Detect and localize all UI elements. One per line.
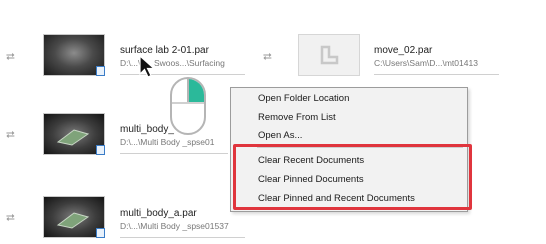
arrow-cursor-icon bbox=[139, 55, 156, 78]
part-model-icon bbox=[56, 212, 90, 229]
file-path: D:\...\Multi Body _spse01 bbox=[120, 137, 215, 147]
file-thumbnail[interactable] bbox=[298, 34, 360, 76]
file-thumbnail[interactable] bbox=[43, 34, 105, 76]
part-file-badge-icon bbox=[96, 228, 105, 238]
file-path: C:\Users\Sam\D...\mt01413 bbox=[374, 58, 478, 68]
file-thumbnail[interactable] bbox=[43, 113, 105, 155]
part-model-icon bbox=[56, 129, 90, 146]
menu-item-open-folder-location[interactable]: Open Folder Location bbox=[258, 93, 349, 104]
file-path: D:\...\Multi Body _spse01537 bbox=[120, 221, 229, 231]
document-placeholder-icon bbox=[320, 45, 339, 65]
row-divider bbox=[120, 237, 245, 238]
row-divider bbox=[120, 153, 228, 154]
menu-item-open-as[interactable]: Open As... bbox=[258, 130, 302, 141]
file-path: D:\...\F... Swoos...\Surfacing bbox=[120, 58, 225, 68]
file-name[interactable]: multi_body_ bbox=[120, 124, 174, 135]
file-thumbnail[interactable] bbox=[43, 196, 105, 238]
highlight-box bbox=[233, 144, 472, 210]
menu-item-remove-from-list[interactable]: Remove From List bbox=[258, 112, 336, 123]
file-name[interactable]: move_02.par bbox=[374, 45, 432, 56]
row-divider bbox=[374, 74, 499, 75]
mouse-right-button bbox=[188, 79, 204, 102]
mouse-right-click-icon bbox=[170, 77, 206, 135]
pin-icon[interactable]: ⮂ bbox=[6, 213, 15, 224]
pin-icon[interactable]: ⮂ bbox=[6, 52, 15, 63]
pin-icon[interactable]: ⮂ bbox=[263, 52, 272, 63]
file-name[interactable]: surface lab 2-01.par bbox=[120, 45, 209, 56]
part-file-badge-icon bbox=[96, 66, 105, 76]
file-name[interactable]: multi_body_a.par bbox=[120, 208, 197, 219]
part-file-badge-icon bbox=[96, 145, 105, 155]
pin-icon[interactable]: ⮂ bbox=[6, 130, 15, 141]
